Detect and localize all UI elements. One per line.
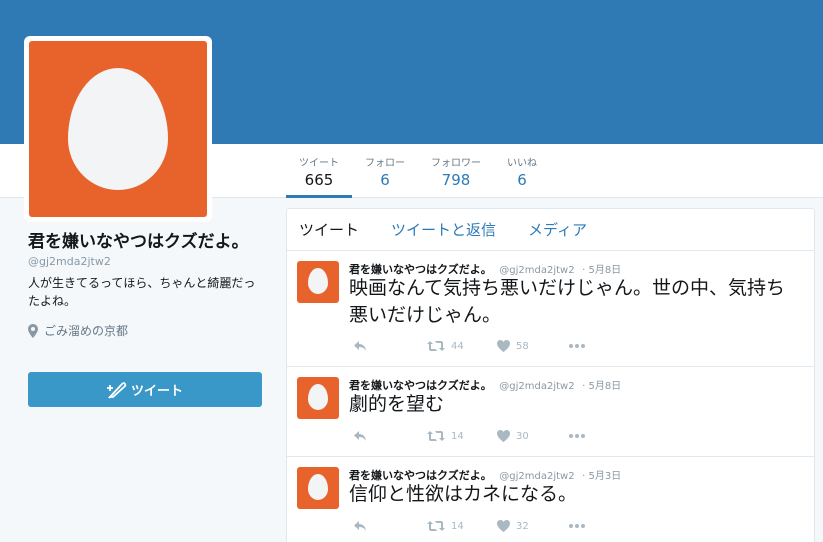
retweet-button[interactable]: 14 [427, 430, 497, 442]
stat-label: フォロワー [431, 158, 481, 169]
profile-handle[interactable]: @gj2mda2jtw2 [28, 255, 268, 268]
tweet-text: 劇的を望む [349, 393, 445, 415]
tweet-text: 映画なんて気持ち悪いだけじゃん。世の中、気持ち悪いだけじゃん。 [349, 277, 786, 326]
egg-avatar-icon [308, 384, 328, 410]
compose-label: ツイート [130, 384, 183, 399]
like-count: 30 [516, 430, 529, 442]
like-count: 32 [516, 520, 529, 532]
stat-value: 6 [380, 171, 390, 189]
stat-tweets[interactable]: ツイート 665 [286, 144, 352, 198]
tweet-text: 信仰と性欲はカネになる。 [349, 483, 578, 505]
heart-icon [497, 520, 510, 532]
profile-location: ごみ溜めの京都 [28, 322, 268, 339]
more-icon [569, 524, 585, 528]
tab-tweets[interactable]: ツイート [299, 219, 359, 240]
heart-icon [497, 340, 510, 352]
reply-button[interactable] [353, 520, 427, 532]
compose-tweet-button[interactable]: ツイート [28, 372, 262, 407]
retweet-icon [427, 431, 445, 441]
reply-button[interactable] [353, 430, 427, 442]
profile-stats: ツイート 665 フォロー 6 フォロワー 798 いいね 6 [286, 144, 550, 198]
stat-value: 665 [304, 171, 334, 189]
like-count: 58 [516, 340, 529, 352]
reply-icon [354, 431, 366, 441]
egg-avatar-icon [308, 474, 328, 500]
location-pin-icon [28, 323, 38, 338]
egg-avatar-icon [68, 68, 168, 190]
like-button[interactable]: 32 [497, 520, 569, 532]
tweet-actions: 44 58 [353, 340, 585, 352]
retweet-icon [427, 521, 445, 531]
tweet[interactable]: 君を嫌いなやつはクズだよ。 @gj2mda2jtw2 · 5月8日 劇的を望む … [287, 367, 814, 457]
stat-label: フォロー [365, 158, 405, 169]
timeline-tabs: ツイート ツイートと返信 メディア [287, 209, 814, 251]
retweet-count: 14 [451, 430, 464, 442]
quill-icon [106, 381, 127, 399]
like-button[interactable]: 30 [497, 430, 569, 442]
tab-media[interactable]: メディア [528, 219, 587, 240]
tweet[interactable]: 君を嫌いなやつはクズだよ。 @gj2mda2jtw2 · 5月3日 信仰と性欲は… [287, 457, 814, 542]
location-text: ごみ溜めの京都 [44, 324, 129, 338]
stat-label: ツイート [299, 158, 339, 169]
tab-tweets-replies[interactable]: ツイートと返信 [391, 219, 496, 240]
retweet-button[interactable]: 14 [427, 520, 497, 532]
tweet-actions: 14 32 [353, 520, 585, 532]
retweet-count: 44 [451, 340, 464, 352]
more-icon [569, 434, 585, 438]
tweet-actions: 14 30 [353, 430, 585, 442]
timeline: ツイート ツイートと返信 メディア 君を嫌いなやつはクズだよ。 @gj2mda2… [286, 208, 815, 542]
avatar-background [29, 41, 207, 217]
reply-icon [354, 521, 366, 531]
stat-likes[interactable]: いいね 6 [494, 144, 550, 198]
stat-value: 798 [441, 171, 471, 189]
stat-following[interactable]: フォロー 6 [352, 144, 418, 198]
stat-label: いいね [507, 158, 537, 169]
more-button[interactable] [569, 524, 585, 528]
tweet-avatar[interactable] [297, 261, 339, 303]
reply-button[interactable] [353, 340, 427, 352]
stat-followers[interactable]: フォロワー 798 [418, 144, 494, 198]
retweet-icon [427, 341, 445, 351]
profile-name[interactable]: 君を嫌いなやつはクズだよ。 [28, 232, 268, 253]
tweet[interactable]: 君を嫌いなやつはクズだよ。 @gj2mda2jtw2 · 5月8日 映画なんて気… [287, 251, 814, 367]
profile-card: 君を嫌いなやつはクズだよ。 @gj2mda2jtw2 人が生きてるってほら、ちゃ… [28, 232, 268, 339]
like-button[interactable]: 58 [497, 340, 569, 352]
retweet-button[interactable]: 44 [427, 340, 497, 352]
stat-value: 6 [517, 171, 527, 189]
tweet-avatar[interactable] [297, 467, 339, 509]
reply-icon [354, 341, 366, 351]
heart-icon [497, 430, 510, 442]
profile-avatar[interactable] [24, 36, 212, 222]
tweet-avatar[interactable] [297, 377, 339, 419]
egg-avatar-icon [308, 268, 328, 294]
more-icon [569, 344, 585, 348]
more-button[interactable] [569, 344, 585, 348]
retweet-count: 14 [451, 520, 464, 532]
more-button[interactable] [569, 434, 585, 438]
profile-bio: 人が生きてるってほら、ちゃんと綺麗だったよね。 [28, 276, 256, 308]
